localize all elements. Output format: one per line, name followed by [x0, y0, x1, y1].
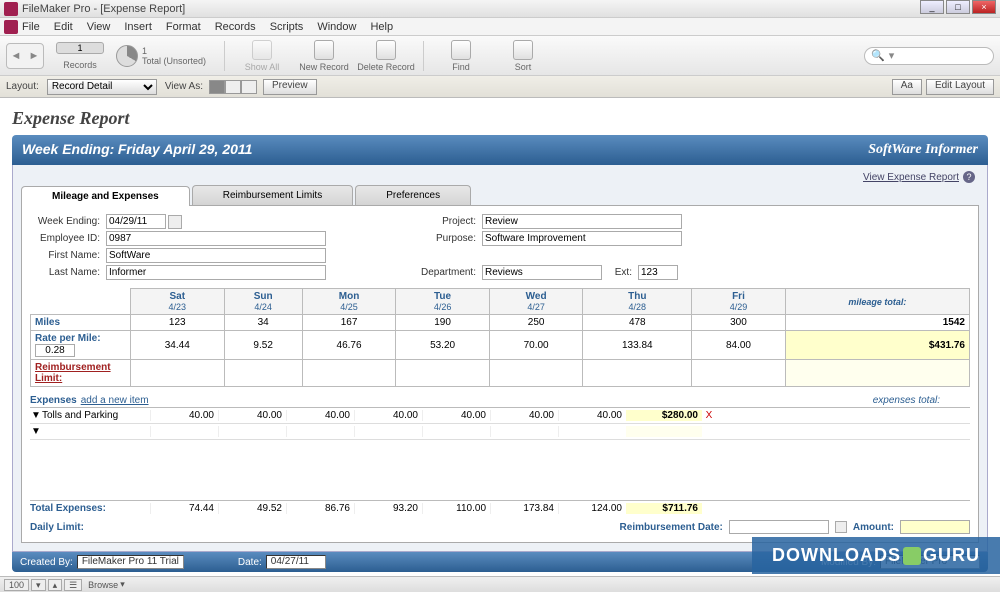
miles-cell[interactable]: 167 — [302, 315, 396, 331]
menu-view[interactable]: View — [87, 21, 111, 33]
menu-window[interactable]: Window — [317, 21, 356, 33]
employee-id-input[interactable] — [106, 231, 326, 246]
watermark: DOWNLOADSGURU — [752, 537, 1000, 574]
page-title: Expense Report — [12, 108, 988, 129]
delete-row-icon[interactable]: X — [702, 410, 716, 421]
toolbar-toggle-icon[interactable]: ☰ — [64, 579, 82, 591]
layout-select[interactable]: Record Detail — [47, 79, 157, 95]
layout-body: Expense Report Week Ending: Friday April… — [0, 98, 1000, 576]
zoom-out-icon[interactable]: ▾ — [31, 579, 46, 591]
menu-edit[interactable]: Edit — [54, 21, 73, 33]
purpose-input[interactable] — [482, 231, 682, 246]
search-icon: 🔍 — [871, 49, 885, 62]
menu-scripts[interactable]: Scripts — [270, 21, 304, 33]
reimb-date-input[interactable] — [729, 520, 829, 534]
miles-cell[interactable]: 300 — [692, 315, 786, 331]
delete-record-button[interactable]: Delete Record — [357, 40, 415, 72]
layout-bar: Layout: Record Detail View As: Preview A… — [0, 76, 1000, 98]
amount-input[interactable] — [900, 520, 970, 534]
zoom-in-icon[interactable]: ▴ — [48, 579, 63, 591]
delete-record-icon — [376, 40, 396, 60]
tab-preferences[interactable]: Preferences — [355, 185, 471, 205]
tab-mileage[interactable]: Mileage and Expenses — [21, 186, 190, 206]
mode-select[interactable]: Browse — [88, 580, 118, 590]
expand-icon[interactable]: ▼ — [30, 426, 42, 437]
status-bar: 100 ▾ ▴ ☰ Browse▾ — [0, 576, 1000, 592]
calendar-icon[interactable] — [835, 521, 847, 533]
download-icon — [903, 547, 921, 565]
new-record-button[interactable]: New Record — [295, 40, 353, 72]
tab-reimbursement[interactable]: Reimbursement Limits — [192, 185, 353, 205]
add-expense-link[interactable]: add a new item — [81, 395, 149, 406]
records-label: Records — [63, 60, 97, 70]
main-toolbar: ◄ ► Records 1Total (Unsorted) Show All N… — [0, 36, 1000, 76]
found-set-pie-icon[interactable] — [116, 45, 138, 67]
maximize-button[interactable]: □ — [946, 0, 970, 14]
miles-cell[interactable]: 123 — [131, 315, 225, 331]
find-icon — [451, 40, 471, 60]
project-input[interactable] — [482, 214, 682, 229]
window-titlebar: FileMaker Pro - [Expense Report] _ □ × — [0, 0, 1000, 18]
reimbursement-limit-link[interactable]: Reimbursement Limit: — [31, 360, 131, 387]
minimize-button[interactable]: _ — [920, 0, 944, 14]
find-button[interactable]: Find — [432, 40, 490, 72]
miles-cell[interactable]: 190 — [396, 315, 490, 331]
zoom-value[interactable]: 100 — [4, 579, 29, 591]
menu-help[interactable]: Help — [370, 21, 393, 33]
expand-icon[interactable]: ▼ — [30, 410, 42, 421]
expense-row: ▼ Tolls and Parking 40.00 40.00 40.00 40… — [30, 408, 970, 424]
header-banner: Week Ending: Friday April 29, 2011 SoftW… — [12, 135, 988, 165]
view-list-button[interactable] — [225, 80, 241, 94]
show-all-button[interactable]: Show All — [233, 40, 291, 72]
close-button[interactable]: × — [972, 0, 996, 14]
department-input[interactable] — [482, 265, 602, 280]
miles-cell[interactable]: 250 — [489, 315, 583, 331]
doc-icon — [4, 20, 18, 34]
next-record-button[interactable]: ► — [25, 44, 43, 68]
ext-input[interactable] — [638, 265, 678, 280]
calendar-icon[interactable] — [168, 215, 182, 229]
rate-input[interactable] — [35, 344, 75, 357]
mileage-table: Sat4/23 Sun4/24 Mon4/25 Tue4/26 Wed4/27 … — [30, 288, 970, 387]
brand-label: SoftWare Informer — [868, 142, 978, 158]
formatting-button[interactable]: Aa — [892, 79, 922, 95]
miles-cell[interactable]: 34 — [224, 315, 302, 331]
app-icon — [4, 2, 18, 16]
sort-icon — [513, 40, 533, 60]
record-number-input[interactable] — [56, 42, 104, 54]
show-all-icon — [252, 40, 272, 60]
prev-record-button[interactable]: ◄ — [7, 44, 25, 68]
menu-file[interactable]: File — [22, 21, 40, 33]
last-name-input[interactable] — [106, 265, 326, 280]
menu-format[interactable]: Format — [166, 21, 201, 33]
view-form-button[interactable] — [209, 80, 225, 94]
miles-cell[interactable]: 478 — [583, 315, 692, 331]
expense-row-empty: ▼ ......... — [30, 424, 970, 440]
preview-button[interactable]: Preview — [263, 79, 317, 95]
view-table-button[interactable] — [241, 80, 257, 94]
new-record-icon — [314, 40, 334, 60]
quick-search[interactable]: 🔍▾ — [864, 47, 994, 65]
menu-bar: File Edit View Insert Format Records Scr… — [0, 18, 1000, 36]
menu-records[interactable]: Records — [215, 21, 256, 33]
view-report-link[interactable]: View Expense Report — [863, 172, 959, 183]
window-title: FileMaker Pro - [Expense Report] — [22, 3, 185, 15]
sort-button[interactable]: Sort — [494, 40, 552, 72]
week-ending-input[interactable] — [106, 214, 166, 229]
help-icon[interactable]: ? — [963, 171, 975, 183]
edit-layout-button[interactable]: Edit Layout — [926, 79, 994, 95]
menu-insert[interactable]: Insert — [124, 21, 152, 33]
first-name-input[interactable] — [106, 248, 326, 263]
